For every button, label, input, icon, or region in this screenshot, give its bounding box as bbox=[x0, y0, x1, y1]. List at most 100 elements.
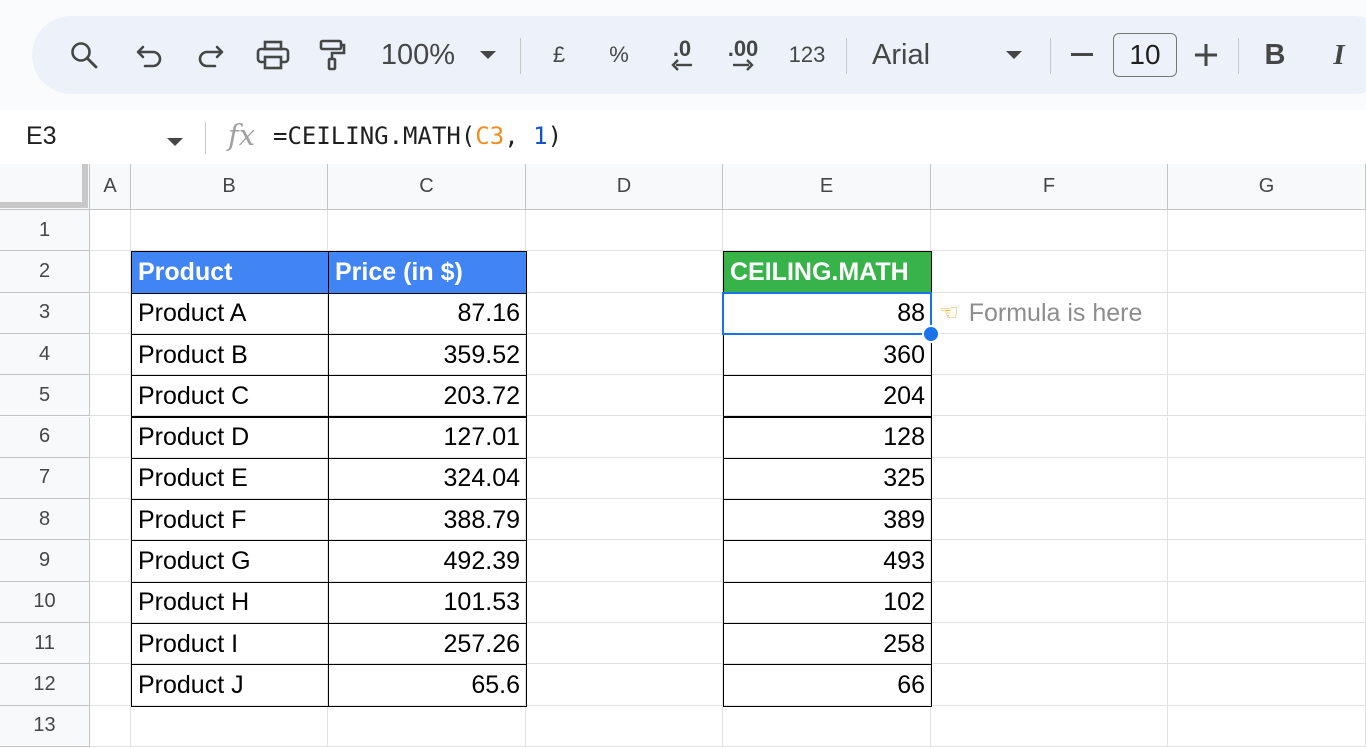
grid-cell[interactable] bbox=[90, 457, 131, 500]
grid-cell[interactable] bbox=[526, 705, 723, 747]
column-header-a[interactable]: A bbox=[90, 164, 131, 210]
grid-cell[interactable] bbox=[90, 540, 131, 582]
column-header-g[interactable]: G bbox=[1168, 164, 1366, 210]
grid-cell[interactable] bbox=[931, 251, 1168, 293]
price-cell[interactable]: 65.6 bbox=[328, 664, 527, 707]
result-cell[interactable]: 325 bbox=[723, 457, 932, 501]
redo-icon[interactable] bbox=[190, 16, 230, 94]
name-box[interactable]: E3 bbox=[26, 122, 57, 151]
row-header-9[interactable]: 9 bbox=[0, 540, 90, 582]
row-header-5[interactable]: 5 bbox=[0, 375, 90, 417]
grid-cell[interactable] bbox=[1168, 416, 1366, 458]
percent-format-button[interactable]: % bbox=[604, 16, 634, 94]
formula-input[interactable]: =CEILING.MATH(C3, 1) bbox=[273, 122, 562, 150]
row-header-11[interactable]: 11 bbox=[0, 623, 90, 665]
grid-cell[interactable] bbox=[526, 581, 723, 623]
column-header-c[interactable]: C bbox=[328, 164, 526, 210]
grid-cell[interactable] bbox=[931, 416, 1168, 458]
grid-cell[interactable] bbox=[1168, 705, 1366, 747]
grid-cell[interactable] bbox=[1168, 292, 1366, 334]
italic-button[interactable]: I bbox=[1324, 16, 1354, 94]
grid-cell[interactable] bbox=[526, 664, 723, 706]
grid-cell[interactable] bbox=[526, 457, 723, 500]
row-header-3[interactable]: 3 bbox=[0, 292, 90, 334]
grid-cell[interactable] bbox=[90, 210, 131, 252]
product-header-cell[interactable]: Product bbox=[131, 251, 329, 294]
grid-cell[interactable] bbox=[1168, 333, 1366, 376]
minus-icon[interactable] bbox=[1068, 16, 1096, 94]
grid-cell[interactable] bbox=[931, 333, 1168, 376]
row-header-1[interactable]: 1 bbox=[0, 210, 90, 252]
row-header-12[interactable]: 12 bbox=[0, 664, 90, 706]
grid-cell[interactable] bbox=[526, 540, 723, 582]
price-cell[interactable]: 101.53 bbox=[328, 581, 527, 624]
row-header-13[interactable]: 13 bbox=[0, 705, 90, 747]
grid-cell[interactable] bbox=[1168, 581, 1366, 623]
price-cell[interactable]: 359.52 bbox=[328, 333, 527, 377]
grid-cell[interactable] bbox=[1168, 540, 1366, 582]
product-cell[interactable]: Product D bbox=[131, 416, 329, 459]
print-icon[interactable] bbox=[252, 16, 294, 94]
product-cell[interactable]: Product B bbox=[131, 333, 329, 377]
bold-button[interactable]: B bbox=[1260, 16, 1290, 94]
grid-cell[interactable] bbox=[90, 416, 131, 458]
grid-cell[interactable] bbox=[90, 705, 131, 747]
result-cell[interactable]: 493 bbox=[723, 540, 932, 583]
chevron-down-icon[interactable] bbox=[166, 134, 184, 152]
grid-cell[interactable] bbox=[328, 210, 526, 252]
row-header-4[interactable]: 4 bbox=[0, 333, 90, 376]
grid-cell[interactable] bbox=[90, 375, 131, 417]
grid-cell[interactable] bbox=[90, 333, 131, 376]
row-header-6[interactable]: 6 bbox=[0, 416, 90, 458]
grid-cell[interactable] bbox=[1168, 210, 1366, 252]
product-cell[interactable]: Product H bbox=[131, 581, 329, 624]
freeze-row-handle[interactable] bbox=[0, 202, 86, 208]
currency-format-button[interactable]: £ bbox=[544, 16, 574, 94]
row-header-7[interactable]: 7 bbox=[0, 457, 90, 500]
grid-cell[interactable] bbox=[723, 705, 931, 747]
price-cell[interactable]: 257.26 bbox=[328, 623, 527, 666]
product-cell[interactable]: Product E bbox=[131, 457, 329, 501]
column-header-b[interactable]: B bbox=[131, 164, 328, 210]
price-cell[interactable]: 492.39 bbox=[328, 540, 527, 583]
grid-cell[interactable] bbox=[1168, 251, 1366, 293]
paint-format-icon[interactable] bbox=[312, 16, 352, 94]
grid-cell[interactable] bbox=[328, 705, 526, 747]
result-cell[interactable]: 389 bbox=[723, 499, 932, 542]
select-all-corner[interactable] bbox=[0, 164, 90, 210]
font-size-input[interactable]: 10 bbox=[1113, 33, 1177, 77]
freeze-column-handle[interactable] bbox=[82, 164, 88, 208]
plus-icon[interactable] bbox=[1192, 16, 1220, 94]
price-cell[interactable]: 127.01 bbox=[328, 416, 527, 459]
grid-cell[interactable] bbox=[526, 499, 723, 541]
font-family-select[interactable]: Arial bbox=[872, 16, 942, 94]
result-cell[interactable]: 102 bbox=[723, 581, 932, 624]
grid-cell[interactable] bbox=[526, 416, 723, 458]
price-cell[interactable]: 324.04 bbox=[328, 457, 527, 501]
grid-cell[interactable] bbox=[90, 664, 131, 706]
row-header-2[interactable]: 2 bbox=[0, 251, 90, 293]
grid-cell[interactable] bbox=[526, 375, 723, 417]
row-header-8[interactable]: 8 bbox=[0, 499, 90, 541]
grid-cell[interactable] bbox=[931, 705, 1168, 747]
grid-cell[interactable] bbox=[90, 623, 131, 665]
grid-cell[interactable] bbox=[526, 623, 723, 665]
grid-cell[interactable] bbox=[131, 210, 328, 252]
grid-cell[interactable] bbox=[931, 664, 1168, 706]
result-header-cell[interactable]: CEILING.MATH bbox=[723, 251, 932, 294]
grid-cell[interactable] bbox=[931, 623, 1168, 665]
grid-cell[interactable] bbox=[90, 292, 131, 334]
product-cell[interactable]: Product J bbox=[131, 664, 329, 707]
product-cell[interactable]: Product F bbox=[131, 499, 329, 542]
grid-cell[interactable] bbox=[931, 210, 1168, 252]
undo-icon[interactable] bbox=[130, 16, 170, 94]
column-header-e[interactable]: E bbox=[723, 164, 931, 210]
fill-handle[interactable] bbox=[922, 324, 940, 343]
result-cell[interactable]: 66 bbox=[723, 664, 932, 707]
grid-cell[interactable] bbox=[723, 210, 931, 252]
result-cell[interactable]: 258 bbox=[723, 623, 932, 666]
grid-cell[interactable] bbox=[1168, 623, 1366, 665]
grid-cell[interactable] bbox=[526, 210, 723, 252]
grid-cell[interactable] bbox=[1168, 375, 1366, 417]
product-cell[interactable]: Product C bbox=[131, 375, 329, 418]
